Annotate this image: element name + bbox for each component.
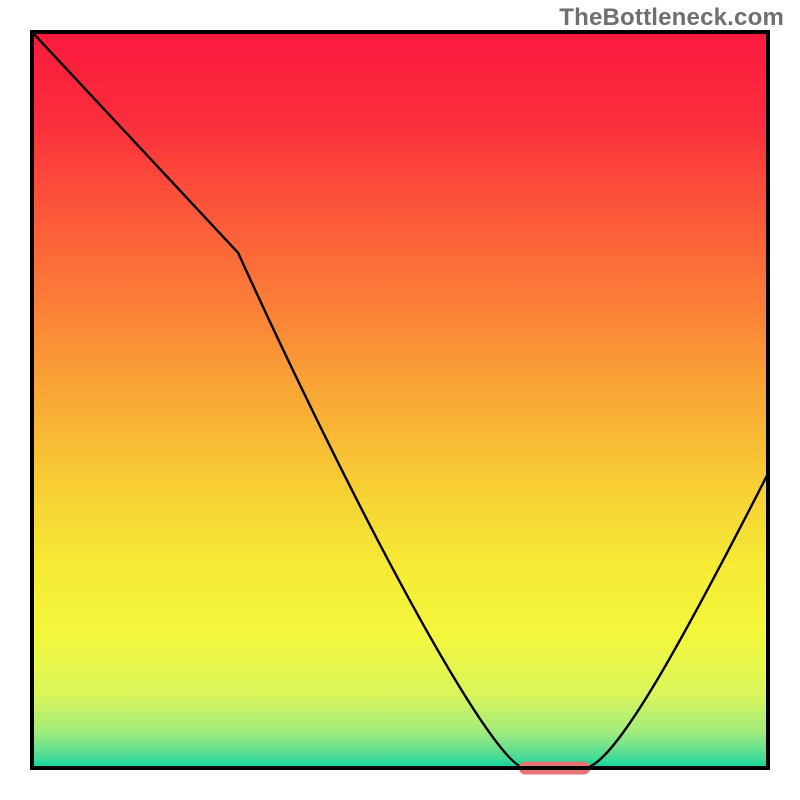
plot-background (32, 32, 768, 768)
chart-container: TheBottleneck.com (0, 0, 800, 800)
watermark-text: TheBottleneck.com (559, 4, 784, 32)
bottleneck-chart (0, 0, 800, 800)
